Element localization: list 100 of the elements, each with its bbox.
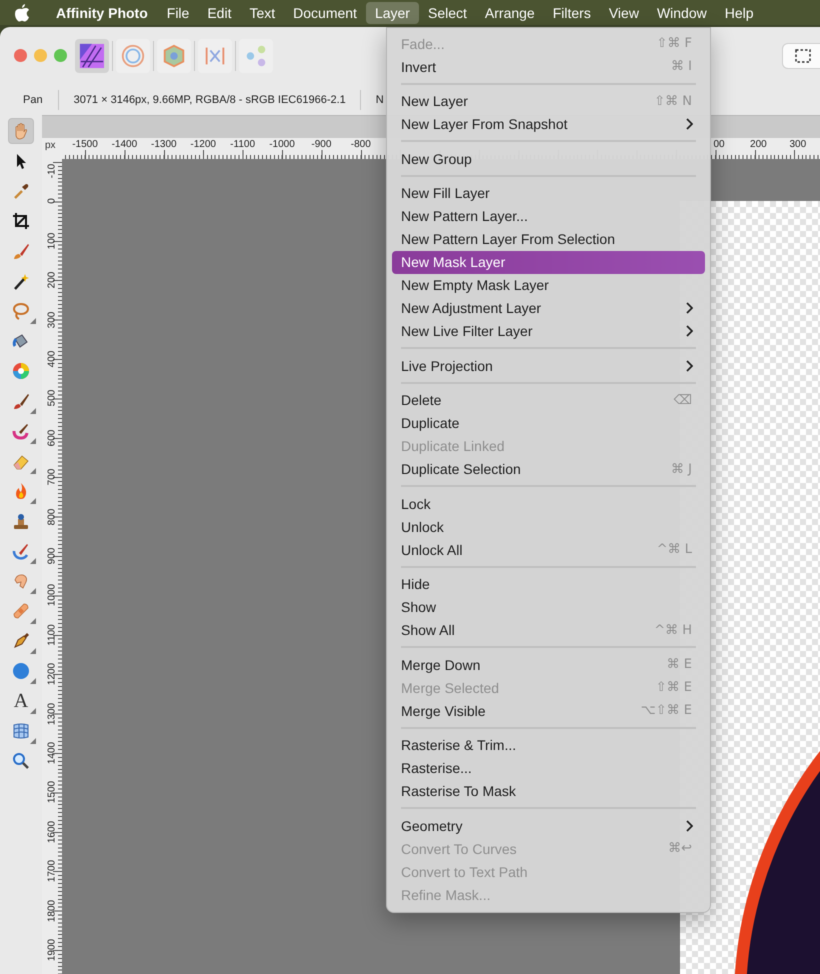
shortcut-label: ⌘↩ xyxy=(668,841,693,856)
menu-item[interactable]: Merge Visible ⌥⇧⌘ E xyxy=(392,699,705,722)
shortcut-label: ⌘ E xyxy=(666,657,693,672)
menu-item[interactable]: New Layer ⇧⌘ N xyxy=(392,90,705,112)
ruler-label: -10 xyxy=(46,164,58,178)
hexagon-icon xyxy=(161,42,187,68)
ruler-label: 200 xyxy=(46,272,58,289)
ruler-label: -1100 xyxy=(230,139,256,150)
close-button[interactable] xyxy=(14,49,27,62)
menu-item[interactable]: Rasterise To Mask xyxy=(392,780,705,802)
menu-item[interactable]: Hide xyxy=(392,572,705,596)
mesh-grid-icon xyxy=(11,721,31,741)
ruler-label: 400 xyxy=(46,350,58,368)
ruler-label: 0 xyxy=(46,198,58,204)
search-icon xyxy=(11,751,31,771)
ruler-label: 1700 xyxy=(46,860,58,882)
app-name-menu[interactable]: Affinity Photo xyxy=(42,4,158,20)
menu-item[interactable]: New Group xyxy=(392,147,705,170)
persona-button[interactable] xyxy=(75,38,109,72)
menu-item[interactable]: New Live Filter Layer xyxy=(392,320,705,342)
document-info: 3071 × 3146px, 9.66MP, RGBA/8 - sRGB IEC61966-2.1 xyxy=(74,94,346,106)
menu-item[interactable]: Geometry xyxy=(392,814,705,837)
text-tool-icon: A xyxy=(14,691,28,711)
ruler-label: -1000 xyxy=(269,139,295,150)
color-wheel-icon xyxy=(11,361,31,381)
shortcut-label: ⌘ J xyxy=(671,462,693,476)
shortcut-label: ⌥⇧⌘ E xyxy=(640,703,693,718)
menu-bar-item[interactable]: View xyxy=(600,2,648,24)
menu-item[interactable]: Duplicate Selection ⌘ J xyxy=(392,458,705,480)
paintbrush-icon xyxy=(11,391,31,411)
menu-item[interactable]: New Pattern Layer... xyxy=(392,204,705,228)
shortcut-label: ⇧⌘ N xyxy=(654,94,693,108)
shortcut-label: ⌫ xyxy=(674,392,693,408)
marquee-icon xyxy=(794,48,812,64)
menu-bar-item[interactable]: Layer xyxy=(366,2,419,24)
menu-item[interactable]: Lock xyxy=(392,492,705,515)
menu-item[interactable]: New Empty Mask Layer xyxy=(392,274,705,296)
menu-item[interactable]: Unlock All ^⌘ L xyxy=(392,538,705,561)
menu-item[interactable]: Duplicate xyxy=(392,412,705,434)
pen-nib-icon xyxy=(11,631,31,651)
circle-icon xyxy=(11,661,31,681)
ruler-label: 1600 xyxy=(46,820,58,843)
brush-icon xyxy=(11,241,31,261)
ruler-label: -1400 xyxy=(112,139,138,150)
tool-name: Pan xyxy=(23,94,43,106)
menu-bar-item[interactable]: Filters xyxy=(544,2,600,24)
stamp-icon xyxy=(11,511,31,531)
menu-bar-item[interactable]: Edit xyxy=(198,2,240,24)
context-label: N xyxy=(376,94,384,106)
ruler-label: 1500 xyxy=(46,781,58,804)
brush-icon xyxy=(11,541,31,561)
mixer-brush-icon xyxy=(11,421,31,441)
ruler-label: -800 xyxy=(350,139,371,150)
ruler-label: 1800 xyxy=(46,899,58,922)
menu-item[interactable]: Delete ⌫ xyxy=(392,388,705,412)
ruler-label: 00 xyxy=(713,139,725,150)
apple-logo-icon[interactable] xyxy=(14,4,30,22)
rings-icon xyxy=(120,42,146,68)
shortcut-label: ⇧⌘ E xyxy=(656,680,693,695)
menu-bar-item[interactable]: Document xyxy=(284,2,366,24)
ruler-label: 100 xyxy=(46,232,58,250)
menu-item[interactable]: New Layer From Snapshot xyxy=(392,112,705,136)
menu-item[interactable]: Show All ^⌘ H xyxy=(392,618,705,642)
ruler-label: 1300 xyxy=(46,702,58,725)
shortcut-label: ⌘ I xyxy=(671,59,693,74)
menu-item[interactable]: New Adjustment Layer xyxy=(392,296,705,320)
ruler-label: -900 xyxy=(311,139,332,150)
menu-item[interactable]: New Fill Layer xyxy=(392,182,705,204)
menu-item[interactable]: Invert ⌘ I xyxy=(392,55,705,78)
ruler-label: 1200 xyxy=(46,663,58,686)
ruler-label: 800 xyxy=(46,508,58,525)
menu-bar-item[interactable]: Arrange xyxy=(476,2,544,24)
selection-button[interactable] xyxy=(782,42,820,68)
menu-item[interactable]: Show xyxy=(392,596,705,618)
menu-item[interactable]: Rasterise & Trim... xyxy=(392,734,705,756)
menu-bar-item[interactable]: Window xyxy=(648,2,716,24)
tool-button[interactable]: A xyxy=(8,688,34,714)
ruler-label: -1200 xyxy=(190,139,216,150)
ruler-label: 300 xyxy=(789,139,806,150)
shortcut-label: ^⌘ L xyxy=(656,542,693,557)
ruler-label: 700 xyxy=(46,468,58,486)
bandage-icon xyxy=(11,601,31,621)
menu-bar-item[interactable]: Select xyxy=(418,2,476,24)
menu-item[interactable]: Live Projection xyxy=(392,354,705,377)
menu-item[interactable]: Merge Down ⌘ E xyxy=(392,653,705,676)
menu-bar-item[interactable]: File xyxy=(158,2,198,24)
ruler-label: 300 xyxy=(46,311,58,328)
ruler-label: -1300 xyxy=(151,139,177,150)
ruler-label: 1100 xyxy=(46,624,58,646)
menu-bar-item[interactable]: Help xyxy=(716,2,763,24)
menu-item[interactable]: New Pattern Layer From Selection xyxy=(392,228,705,250)
menu-bar-item[interactable]: Text xyxy=(240,2,284,24)
ruler-label: 900 xyxy=(46,548,58,564)
menu-item[interactable]: Unlock xyxy=(392,515,705,538)
shortcut-label: ⇧⌘ F xyxy=(656,36,693,51)
app-logo-icon xyxy=(79,42,105,68)
menu-item[interactable]: New Mask Layer xyxy=(392,250,705,274)
menu-item[interactable]: Rasterise... xyxy=(392,756,705,780)
ruler-label: -1500 xyxy=(72,139,98,150)
ruler-label: 1000 xyxy=(46,584,58,607)
